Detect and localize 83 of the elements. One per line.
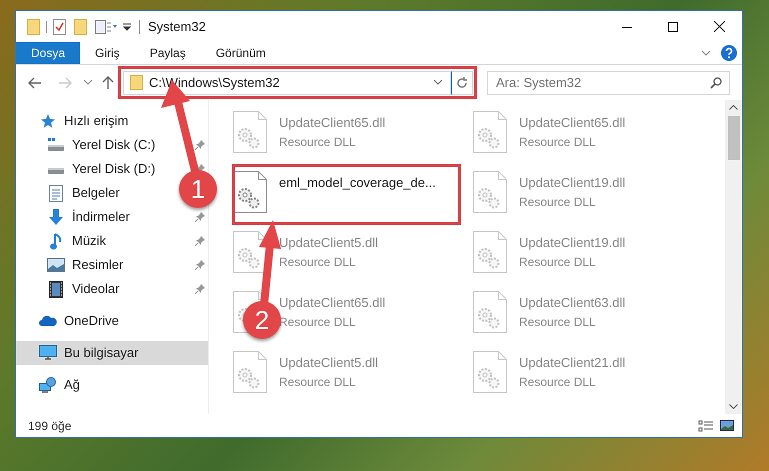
search-icon [710, 76, 722, 88]
file-type: Resource DLL [519, 254, 597, 270]
download-arrow-icon [46, 208, 66, 226]
file-name: UpdateClient5.dll [279, 234, 378, 252]
scrollbar-thumb[interactable] [728, 116, 740, 160]
nav-item[interactable]: OneDrive [16, 309, 123, 333]
recent-caret-icon[interactable] [84, 80, 92, 85]
cloud-icon [38, 315, 58, 327]
nav-item[interactable]: İndirmeler [16, 205, 134, 229]
file-type: Resource DLL [519, 134, 597, 150]
network-icon [38, 377, 58, 393]
nav-item[interactable]: Ağ [16, 373, 84, 397]
window-title: System32 [148, 18, 206, 36]
film-icon [46, 280, 66, 298]
maximize-icon [668, 22, 678, 32]
file-type: Resource DLL [519, 314, 597, 330]
properties-icon [53, 18, 66, 34]
gear-file-icon [233, 351, 267, 393]
file-type: Resource DLL [279, 254, 357, 270]
gear-file-icon [233, 171, 267, 213]
help-icon[interactable] [721, 45, 737, 61]
folder-icon [27, 18, 40, 34]
file-type: Resource DLL [519, 194, 597, 210]
gear-file-icon [473, 291, 507, 333]
customize-caret-icon[interactable] [123, 22, 131, 30]
file-name: UpdateClient65.dll [279, 114, 386, 132]
nav-item[interactable]: Resimler [16, 253, 128, 277]
scroll-up-icon[interactable] [729, 105, 738, 110]
drive-icon [46, 138, 66, 152]
pin-icon[interactable] [195, 236, 205, 246]
search-field[interactable]: Ara: System32 [487, 70, 730, 94]
nav-item[interactable]: Yerel Disk (D:) [16, 157, 160, 181]
refresh-icon [456, 76, 468, 88]
gear-file-icon [473, 351, 507, 393]
item-count: 199 öğe [28, 418, 72, 434]
file-name: UpdateClient21.dll [519, 354, 626, 372]
folder-icon [130, 75, 143, 90]
picture-icon [46, 258, 66, 272]
pin-icon[interactable] [195, 140, 205, 150]
file-name: UpdateClient19.dll [519, 174, 626, 192]
large-icons-view-icon[interactable] [720, 420, 734, 431]
gear-file-icon [473, 111, 507, 153]
ribbon-tab[interactable]: Paylaş [134, 42, 201, 64]
nav-item[interactable]: Videolar [16, 277, 124, 301]
scrollbar[interactable] [725, 100, 742, 414]
pin-icon[interactable] [195, 212, 205, 222]
nav-item[interactable]: Hızlı erişim [16, 109, 132, 133]
refresh-button[interactable] [451, 70, 473, 94]
up-arrow-icon[interactable] [102, 76, 114, 89]
file-name: UpdateClient65.dll [279, 294, 386, 312]
pin-icon[interactable] [195, 284, 205, 294]
ribbon-tab[interactable]: Dosya [16, 42, 80, 64]
file-name: UpdateClient5.dll [279, 354, 378, 372]
nav-item[interactable]: Yerel Disk (C:) [16, 133, 160, 157]
address-field[interactable]: C:\Windows\System32 [123, 70, 451, 94]
gear-file-icon [473, 171, 507, 213]
nav-item[interactable]: Müzik [16, 229, 110, 253]
gear-file-icon [473, 231, 507, 273]
file-name: UpdateClient19.dll [519, 234, 626, 252]
close-icon [714, 21, 724, 32]
file-type: Resource DLL [279, 374, 357, 390]
dropdown-caret-icon[interactable] [434, 80, 442, 85]
address-path: C:\Windows\System32 [149, 74, 280, 92]
scroll-down-icon[interactable] [729, 404, 738, 409]
ribbon-tab[interactable]: Giriş [80, 42, 135, 64]
file-type: Resource DLL [279, 134, 357, 150]
file-name: UpdateClient63.dll [519, 294, 626, 312]
pin-icon[interactable] [195, 260, 205, 270]
details-view-icon[interactable] [698, 420, 714, 432]
view-icon [95, 20, 117, 34]
file-type: Resource DLL [519, 374, 597, 390]
file-name: eml_model_coverage_de... [279, 174, 436, 192]
gear-file-icon [233, 231, 267, 273]
expand-ribbon-icon[interactable] [701, 50, 711, 56]
document-icon [46, 184, 66, 202]
new-folder-icon [74, 18, 87, 34]
monitor-icon [38, 345, 58, 361]
back-arrow-icon[interactable] [28, 76, 41, 88]
ribbon-tab[interactable]: Görünüm [200, 42, 281, 64]
nav-item[interactable]: Bu bilgisayar [16, 341, 208, 365]
nav-item[interactable]: Belgeler [16, 181, 124, 205]
file-name: UpdateClient65.dll [519, 114, 626, 132]
gear-file-icon [233, 111, 267, 153]
